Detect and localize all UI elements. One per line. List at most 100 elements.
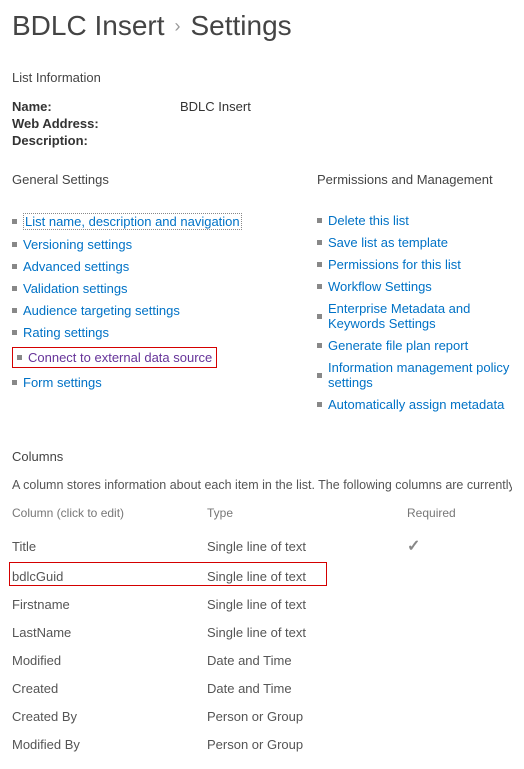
permissions-item: Workflow Settings xyxy=(317,279,512,294)
permissions-item: Automatically assign metadata xyxy=(317,397,512,412)
column-required-cell xyxy=(407,731,512,759)
column-type-cell: Person or Group xyxy=(207,731,407,759)
settings-link[interactable]: Enterprise Metadata and Keywords Setting… xyxy=(328,301,512,331)
bullet-icon xyxy=(12,242,17,247)
column-required-cell xyxy=(407,647,512,675)
settings-link[interactable]: Save list as template xyxy=(328,235,448,250)
permissions-item: Information management policy settings xyxy=(317,360,512,390)
settings-link[interactable]: Workflow Settings xyxy=(328,279,432,294)
permissions-item: Generate file plan report xyxy=(317,338,512,353)
column-type-cell: Single line of text xyxy=(207,530,407,563)
columns-table: Column (click to edit) Type Required Tit… xyxy=(12,506,512,759)
breadcrumb: BDLC Insert › Settings xyxy=(12,10,512,42)
column-name-cell[interactable]: Firstname xyxy=(12,591,207,619)
check-icon: ✓ xyxy=(407,538,420,555)
bullet-icon xyxy=(12,219,17,224)
name-label: Name: xyxy=(12,99,180,114)
permissions-item: Delete this list xyxy=(317,213,512,228)
permissions-item: Permissions for this list xyxy=(317,257,512,272)
breadcrumb-parent[interactable]: BDLC Insert xyxy=(12,10,165,42)
general-settings-list: List name, description and navigation Ver… xyxy=(12,213,307,390)
general-settings-item: Validation settings xyxy=(12,281,307,296)
table-row: ModifiedDate and Time xyxy=(12,647,512,675)
general-settings-column: General Settings List name, description … xyxy=(12,172,307,419)
bullet-icon xyxy=(12,308,17,313)
permissions-column: Permissions and Management Delete this l… xyxy=(317,172,512,419)
bullet-icon xyxy=(12,286,17,291)
settings-link[interactable]: Validation settings xyxy=(23,281,128,296)
table-row: LastNameSingle line of text xyxy=(12,619,512,647)
bullet-icon xyxy=(317,373,322,378)
permissions-item: Enterprise Metadata and Keywords Setting… xyxy=(317,301,512,331)
list-info-heading: List Information xyxy=(12,70,512,85)
column-header-name[interactable]: Column (click to edit) xyxy=(12,506,207,530)
bullet-icon xyxy=(12,264,17,269)
general-settings-item: List name, description and navigation xyxy=(12,213,307,230)
general-settings-heading: General Settings xyxy=(12,172,307,187)
column-header-type[interactable]: Type xyxy=(207,506,407,530)
name-value: BDLC Insert xyxy=(180,99,251,114)
column-name-cell[interactable]: bdlcGuid xyxy=(12,563,207,591)
description-label: Description: xyxy=(12,133,180,148)
breadcrumb-current: Settings xyxy=(191,10,292,42)
bullet-icon xyxy=(317,402,322,407)
bullet-icon xyxy=(12,380,17,385)
permissions-list: Delete this list Save list as template Per… xyxy=(317,213,512,412)
bullet-icon xyxy=(317,314,322,319)
column-type-cell: Date and Time xyxy=(207,675,407,703)
column-name-cell[interactable]: Modified xyxy=(12,647,207,675)
general-settings-item: Form settings xyxy=(12,375,307,390)
settings-link[interactable]: Advanced settings xyxy=(23,259,129,274)
table-row: TitleSingle line of text✓ xyxy=(12,530,512,563)
settings-link[interactable]: Form settings xyxy=(23,375,102,390)
bullet-icon xyxy=(317,218,322,223)
column-type-cell: Single line of text xyxy=(207,563,407,591)
column-required-cell xyxy=(407,619,512,647)
settings-link[interactable]: Versioning settings xyxy=(23,237,132,252)
bullet-icon xyxy=(17,355,22,360)
column-required-cell xyxy=(407,563,512,591)
bullet-icon xyxy=(12,330,17,335)
table-row: Created ByPerson or Group xyxy=(12,703,512,731)
list-information: List Information Name: BDLC Insert Web A… xyxy=(12,70,512,148)
column-name-cell[interactable]: Created By xyxy=(12,703,207,731)
general-settings-item: Rating settings xyxy=(12,325,307,340)
general-settings-item: Audience targeting settings xyxy=(12,303,307,318)
table-row: bdlcGuidSingle line of text xyxy=(12,563,512,591)
settings-link[interactable]: Generate file plan report xyxy=(328,338,468,353)
settings-link[interactable]: Information management policy settings xyxy=(328,360,512,390)
column-type-cell: Person or Group xyxy=(207,703,407,731)
settings-link[interactable]: Audience targeting settings xyxy=(23,303,180,318)
column-name-cell[interactable]: Created xyxy=(12,675,207,703)
column-required-cell xyxy=(407,703,512,731)
column-required-cell xyxy=(407,675,512,703)
chevron-right-icon: › xyxy=(175,16,181,37)
general-settings-item: Advanced settings xyxy=(12,259,307,274)
general-settings-item: Versioning settings xyxy=(12,237,307,252)
column-type-cell: Date and Time xyxy=(207,647,407,675)
column-name-cell[interactable]: LastName xyxy=(12,619,207,647)
bullet-icon xyxy=(317,343,322,348)
column-header-required[interactable]: Required xyxy=(407,506,512,530)
columns-heading: Columns xyxy=(12,449,512,464)
column-name-cell[interactable]: Modified By xyxy=(12,731,207,759)
column-name-cell[interactable]: Title xyxy=(12,530,207,563)
bullet-icon xyxy=(317,284,322,289)
web-address-label: Web Address: xyxy=(12,116,180,131)
permissions-item: Save list as template xyxy=(317,235,512,250)
column-type-cell: Single line of text xyxy=(207,591,407,619)
columns-description: A column stores information about each i… xyxy=(12,478,512,492)
general-settings-item: Connect to external data source xyxy=(12,347,307,368)
table-row: FirstnameSingle line of text xyxy=(12,591,512,619)
columns-section: Columns A column stores information abou… xyxy=(12,449,512,759)
column-type-cell: Single line of text xyxy=(207,619,407,647)
column-required-cell: ✓ xyxy=(407,530,512,563)
settings-link[interactable]: Automatically assign metadata xyxy=(328,397,504,412)
settings-link[interactable]: Rating settings xyxy=(23,325,109,340)
settings-link[interactable]: List name, description and navigation xyxy=(23,213,242,230)
settings-link[interactable]: Delete this list xyxy=(328,213,409,228)
permissions-heading: Permissions and Management xyxy=(317,172,512,187)
settings-link[interactable]: Connect to external data source xyxy=(28,350,212,365)
settings-link[interactable]: Permissions for this list xyxy=(328,257,461,272)
bullet-icon xyxy=(317,240,322,245)
